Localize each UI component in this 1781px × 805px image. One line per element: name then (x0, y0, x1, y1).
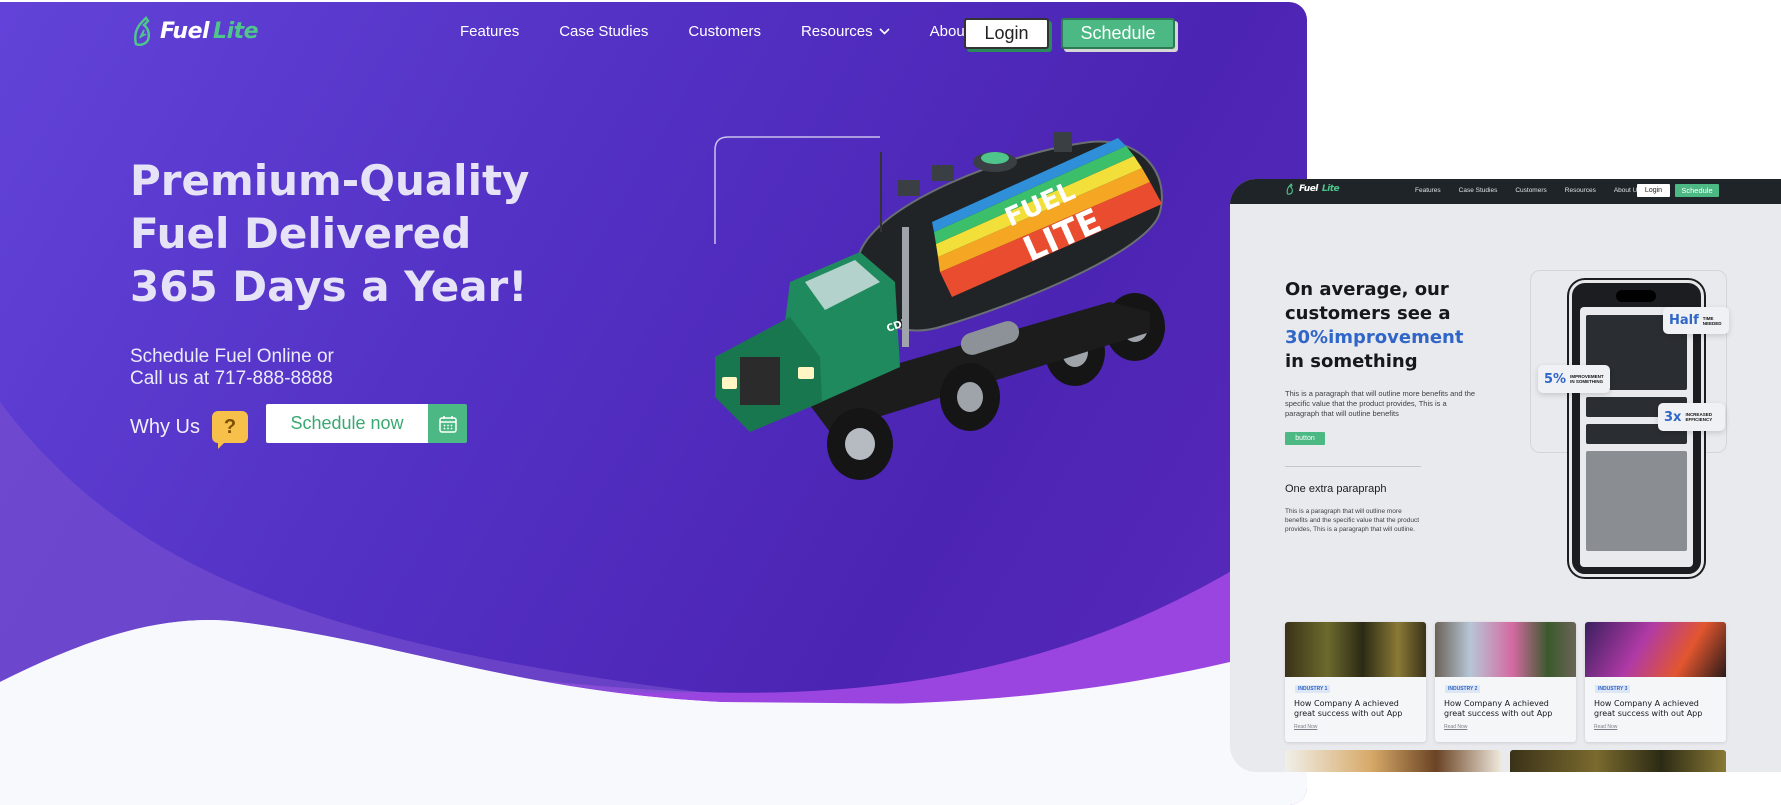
question-mark-icon: ? (212, 411, 248, 449)
fuel-nozzle-icon (1286, 183, 1293, 195)
secondary-logo[interactable]: Fuel Lite (1286, 183, 1340, 195)
card-read-now-link[interactable]: Read Now (1294, 724, 1317, 730)
phone-notch (1616, 290, 1656, 302)
secondary-nav-customers[interactable]: Customers (1515, 187, 1546, 194)
logo-word-fuel: Fuel (160, 18, 210, 44)
phone-image-block (1586, 451, 1687, 551)
nav-resources[interactable]: Resources (801, 23, 890, 40)
hero-headline: Premium-Quality Fuel Delivered 365 Days … (130, 156, 530, 311)
forest-image (1285, 622, 1426, 677)
stat-3x: 3x INCREASED EFFICIENCY (1658, 403, 1726, 431)
fuel-lite-logo[interactable]: Fuel Lite (132, 16, 259, 46)
nav-features-label: Features (460, 23, 520, 40)
secondary-heading-highlight: 30%improvement (1285, 327, 1464, 348)
nav-features[interactable]: Features (460, 23, 519, 40)
secondary-page-preview: Fuel Lite Features Case Studies Customer… (1230, 179, 1781, 772)
secondary-heading-pre: On average, our customers see a (1285, 279, 1451, 324)
secondary-nav-resources[interactable]: Resources (1565, 187, 1596, 194)
secondary-nav-features[interactable]: Features (1415, 187, 1441, 194)
stat-5-percent-label: IMPROVEMENT IN SOMETHING (1570, 374, 1604, 384)
calendar-icon (438, 415, 457, 433)
card-title: How Company A achieved great success wit… (1594, 699, 1703, 718)
card-tag: INDUSTRY 1 (1295, 685, 1331, 693)
login-button[interactable]: Login (964, 18, 1049, 49)
why-us-link[interactable]: Why Us ? (130, 411, 248, 449)
secondary-paragraph: This is a paragraph that will outline mo… (1285, 389, 1476, 418)
secondary-nav-case-studies[interactable]: Case Studies (1459, 187, 1498, 194)
card-read-now-link[interactable]: Read Now (1594, 724, 1617, 730)
secondary-logo-word-lite: Lite (1321, 184, 1340, 194)
partial-card-image (1510, 750, 1726, 772)
nav-case-studies[interactable]: Case Studies (559, 23, 648, 40)
extra-paragraph: This is a paragraph that will outline mo… (1285, 508, 1420, 533)
secondary-logo-word-fuel: Fuel (1299, 184, 1318, 194)
chevron-down-icon (879, 28, 890, 35)
secondary-nav-links: Features Case Studies Customers Resource… (1415, 187, 1659, 194)
stat-half: Half TIME NEEDED (1663, 307, 1729, 334)
secondary-schedule-button[interactable]: Schedule (1675, 184, 1719, 197)
divider (1285, 466, 1421, 467)
schedule-button[interactable]: Schedule (1061, 18, 1175, 49)
stat-5-percent: 5% IMPROVEMENT IN SOMETHING (1538, 365, 1611, 393)
stat-5-percent-value: 5% (1544, 371, 1567, 387)
card-read-now-link[interactable]: Read Now (1444, 724, 1467, 730)
secondary-button[interactable]: button (1285, 432, 1325, 445)
card-title: How Company A achieved great success wit… (1444, 699, 1553, 718)
secondary-heading: On average, our customers see a 30%impro… (1285, 278, 1485, 374)
partial-card-image (1285, 750, 1501, 772)
stat-3x-value: 3x (1664, 409, 1682, 425)
stat-3x-label: INCREASED EFFICIENCY (1685, 412, 1713, 422)
hero-page: Fuel Lite Features Case Studies Customer… (0, 2, 1307, 805)
secondary-login-button[interactable]: Login (1637, 184, 1670, 197)
fuel-truck-illustration: FUEL LITE CDL (714, 132, 1165, 480)
hero-subline: Schedule Fuel Online or Call us at 717-8… (130, 346, 334, 390)
card-tag: INDUSTRY 2 (1445, 685, 1481, 693)
stat-half-label: TIME NEEDED (1702, 315, 1722, 326)
secondary-heading-post: in something (1285, 351, 1418, 372)
hero-subline-2[interactable]: Call us at 717-888-8888 (130, 368, 334, 390)
nav-about[interactable]: About (930, 23, 969, 40)
nav-customers-label: Customers (688, 23, 761, 40)
nav-case-studies-label: Case Studies (559, 23, 649, 40)
main-nav: Features Case Studies Customers Resource… (460, 23, 1009, 40)
logo-word-lite: Lite (213, 18, 259, 44)
case-study-card[interactable]: INDUSTRY 2 How Company A achieved great … (1435, 622, 1576, 742)
extra-paragraph-title: One extra parapraph (1285, 483, 1387, 495)
nav-resources-label: Resources (800, 23, 873, 40)
nav-about-label: About (929, 23, 969, 40)
nav-customers[interactable]: Customers (688, 23, 761, 40)
laptop-image (1585, 622, 1726, 677)
stat-half-value: Half (1669, 313, 1699, 328)
flowers-window-image (1435, 622, 1576, 677)
case-study-card[interactable]: INDUSTRY 1 How Company A achieved great … (1285, 622, 1426, 742)
phone-screen (1580, 307, 1693, 567)
why-us-label: Why Us (130, 415, 200, 438)
card-tag: INDUSTRY 3 (1595, 685, 1631, 693)
schedule-now-button[interactable]: Schedule now (266, 404, 428, 443)
stage: Fuel Lite Features Case Studies Customer… (0, 0, 1781, 805)
case-study-card[interactable]: INDUSTRY 3 How Company A achieved great … (1585, 622, 1726, 742)
calendar-button[interactable] (428, 404, 467, 443)
card-title: How Company A achieved great success wit… (1294, 699, 1403, 718)
hero-subline-1: Schedule Fuel Online or (130, 346, 334, 367)
fuel-nozzle-icon (134, 16, 151, 46)
secondary-nav: Fuel Lite Features Case Studies Customer… (1230, 179, 1781, 204)
